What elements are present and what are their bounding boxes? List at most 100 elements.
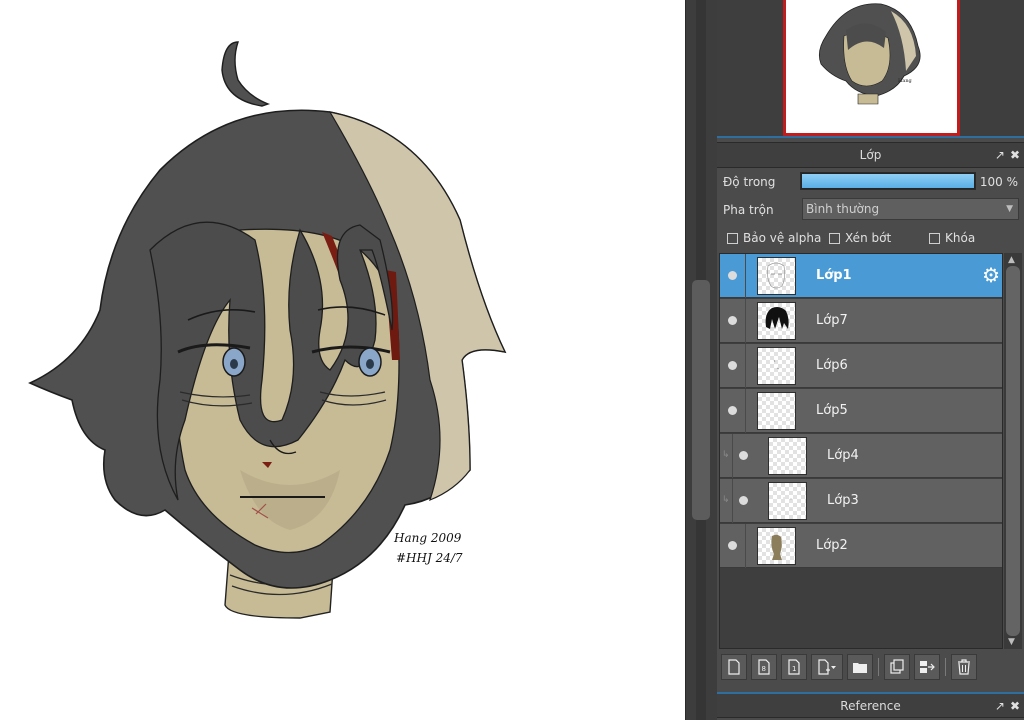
layer-row[interactable]: Lớp1 ⚙ xyxy=(720,254,1002,298)
layer-name: Lớp3 xyxy=(827,493,859,508)
new-folder-button[interactable] xyxy=(847,654,873,680)
layer-panel-title: Lớp xyxy=(859,148,882,162)
layer-row[interactable]: ↳ Lớp4 xyxy=(720,434,1002,478)
navigator-thumbnail: Hang xyxy=(818,3,921,105)
folder-icon xyxy=(853,663,867,673)
layer-row[interactable]: Lớp2 xyxy=(720,524,1002,568)
add-page-dropdown-icon xyxy=(818,659,836,675)
clip-arrow-icon: ↳ xyxy=(722,450,730,460)
row-divider xyxy=(732,434,733,478)
layer-panel-header: Lớp ↗ ✖ xyxy=(717,142,1024,168)
clipping-checkbox[interactable]: Xén bớt xyxy=(829,231,891,245)
layer-name: Lớp5 xyxy=(816,403,848,418)
merge-icon xyxy=(920,661,935,673)
opacity-value: 100 % xyxy=(979,175,1018,189)
layer-row[interactable]: ↳ Lớp3 xyxy=(720,479,1002,523)
svg-text:Hang: Hang xyxy=(898,78,913,84)
gear-icon[interactable]: ⚙ xyxy=(982,264,1000,286)
canvas-vertical-scrollbar[interactable] xyxy=(685,0,717,720)
layer-thumbnail xyxy=(757,392,796,430)
layer-name: Lớp6 xyxy=(816,358,848,373)
visibility-icon[interactable] xyxy=(728,271,737,280)
trash-icon xyxy=(958,659,970,675)
delete-layer-button[interactable] xyxy=(951,654,977,680)
layer-name: Lớp4 xyxy=(827,448,859,463)
reference-panel-header: Reference ↗ ✖ xyxy=(717,692,1024,718)
duplicate-icon xyxy=(890,659,904,674)
lock-label: Khóa xyxy=(945,231,976,245)
lock-checkbox[interactable]: Khóa xyxy=(929,231,975,245)
visibility-icon[interactable] xyxy=(739,451,748,460)
layer-name: Lớp2 xyxy=(816,538,848,553)
popout-icon[interactable]: ↗ xyxy=(995,694,1005,719)
checkbox-box xyxy=(929,232,940,244)
opacity-label: Độ trong xyxy=(723,175,776,189)
signature-line2: #HHJ 24/7 xyxy=(396,551,463,565)
visibility-icon[interactable] xyxy=(739,496,748,505)
navigator-panel: Hang xyxy=(717,0,1024,138)
blend-mode-label: Pha trộn xyxy=(723,203,774,217)
new-page-icon xyxy=(728,659,740,675)
close-icon[interactable]: ✖ xyxy=(1010,143,1020,168)
clip-arrow-icon: ↳ xyxy=(722,495,730,505)
visibility-icon[interactable] xyxy=(728,406,737,415)
layer-row[interactable]: Lớp5 xyxy=(720,389,1002,433)
layer-toolbar: 8 1 xyxy=(721,652,1021,682)
layer-thumbnail xyxy=(757,527,796,565)
layer-name: Lớp7 xyxy=(816,313,848,328)
character-artwork: Hang 2009 #HHJ 24/7 xyxy=(28,41,507,619)
page-1-icon: 1 xyxy=(788,659,800,675)
right-dock-panel: Hang Lớp ↗ ✖ Độ trong 100 % Pha trộn Bìn… xyxy=(717,0,1024,720)
opacity-slider[interactable] xyxy=(800,172,976,190)
opacity-slider-fill xyxy=(802,174,974,188)
svg-text:1: 1 xyxy=(792,665,796,673)
layer-thumbnail xyxy=(768,482,807,520)
svg-text:8: 8 xyxy=(762,665,766,673)
close-icon[interactable]: ✖ xyxy=(1010,694,1020,719)
visibility-icon[interactable] xyxy=(728,361,737,370)
toolbar-divider xyxy=(945,658,946,676)
row-divider xyxy=(745,389,746,433)
duplicate-layer-button[interactable] xyxy=(884,654,910,680)
page-8-icon: 8 xyxy=(758,659,770,675)
layer-thumbnail xyxy=(757,347,796,385)
new-8bit-layer-button[interactable]: 8 xyxy=(751,654,777,680)
scroll-up-icon[interactable]: ▲ xyxy=(1008,255,1015,265)
scrollbar-thumb[interactable] xyxy=(692,280,710,520)
row-divider xyxy=(732,479,733,523)
merge-layer-button[interactable] xyxy=(914,654,940,680)
row-divider xyxy=(745,524,746,568)
clipping-label: Xén bớt xyxy=(845,231,892,245)
blend-mode-value: Bình thường xyxy=(806,202,880,216)
blend-mode-select[interactable]: Bình thường ▼ xyxy=(802,198,1019,220)
reference-panel-title: Reference xyxy=(840,699,901,713)
row-divider xyxy=(745,254,746,298)
layer-list-scrollbar[interactable]: ▲ ▼ xyxy=(1004,253,1022,649)
layer-thumbnail xyxy=(757,257,796,295)
checkbox-box xyxy=(829,232,840,244)
signature-line1: Hang 2009 xyxy=(393,531,462,545)
layer-thumbnail xyxy=(757,302,796,340)
layer-name: Lớp1 xyxy=(816,268,852,283)
layer-thumbnail xyxy=(768,437,807,475)
navigator-preview[interactable]: Hang xyxy=(783,0,960,136)
new-1bit-layer-button[interactable]: 1 xyxy=(781,654,807,680)
chevron-down-icon: ▼ xyxy=(1006,204,1013,214)
popout-icon[interactable]: ↗ xyxy=(995,143,1005,168)
layer-list: Lớp1 ⚙ Lớp7 Lớp6 Lớp5 ↳ Lớp4 ↳ Lớp3 Lớp2 xyxy=(719,253,1003,649)
drawing-canvas[interactable]: Hang 2009 #HHJ 24/7 xyxy=(0,0,685,720)
checkbox-box xyxy=(727,232,738,244)
protect-alpha-label: Bảo vệ alpha xyxy=(743,231,822,245)
protect-alpha-checkbox[interactable]: Bảo vệ alpha xyxy=(727,231,821,245)
scroll-down-icon[interactable]: ▼ xyxy=(1008,637,1015,647)
visibility-icon[interactable] xyxy=(728,316,737,325)
layer-row[interactable]: Lớp6 xyxy=(720,344,1002,388)
layer-row[interactable]: Lớp7 xyxy=(720,299,1002,343)
row-divider xyxy=(745,299,746,343)
new-layer-button[interactable] xyxy=(721,654,747,680)
visibility-icon[interactable] xyxy=(728,541,737,550)
add-layer-dropdown-button[interactable] xyxy=(811,654,843,680)
toolbar-divider xyxy=(878,658,879,676)
row-divider xyxy=(745,344,746,388)
scrollbar-thumb[interactable] xyxy=(1006,266,1020,636)
